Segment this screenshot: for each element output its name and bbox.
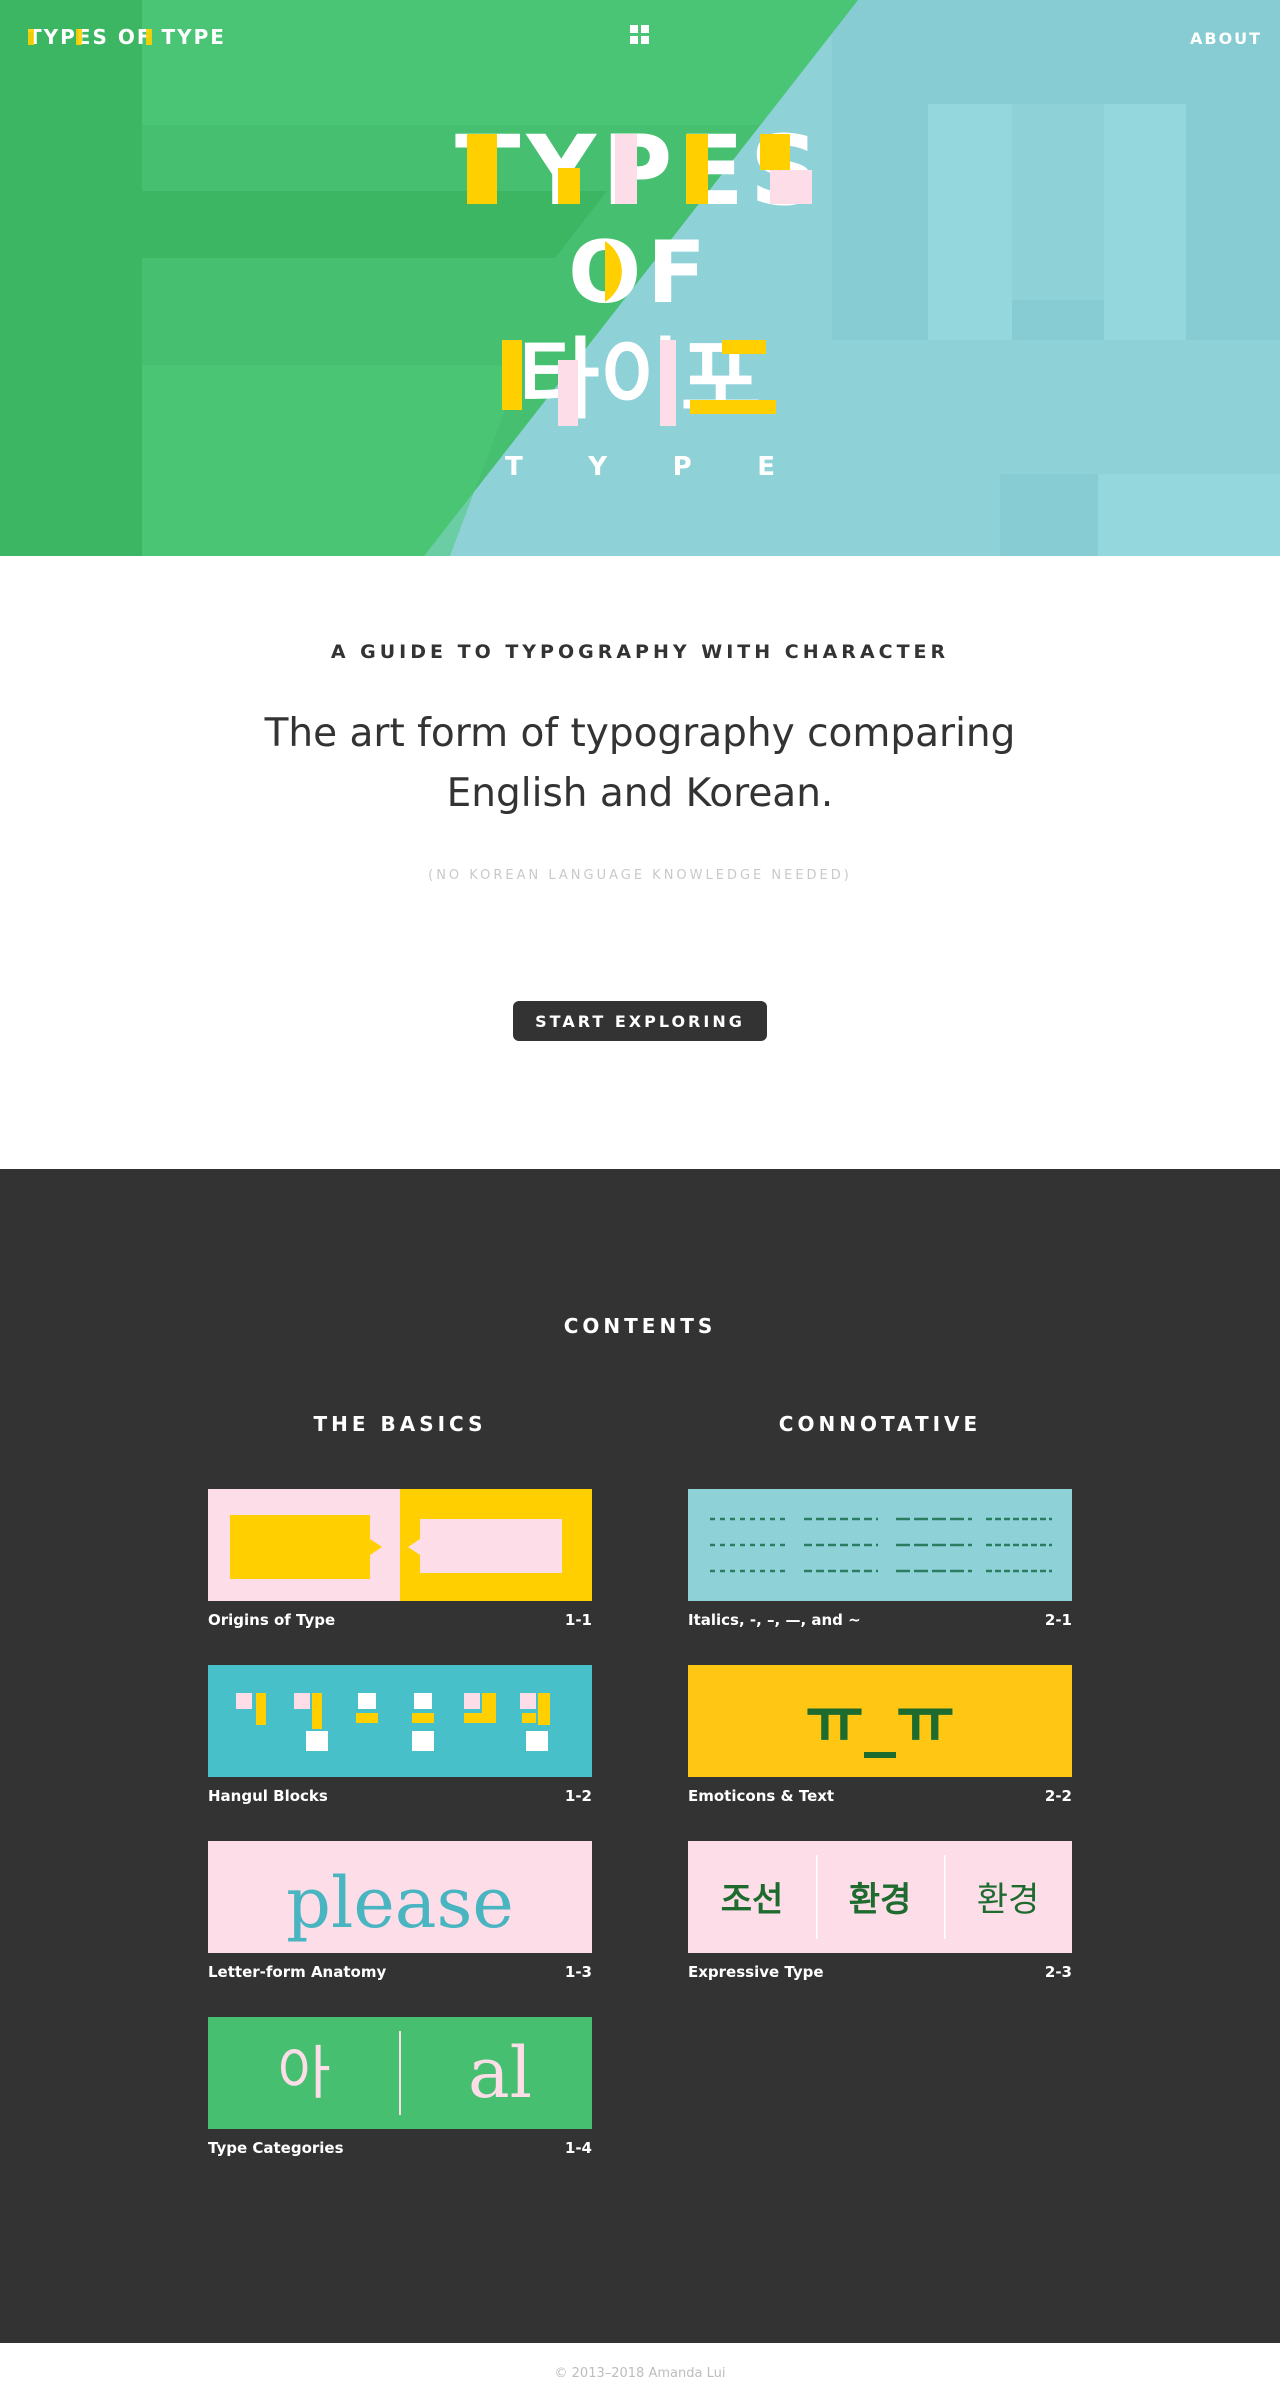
chapter-title: Type Categories bbox=[208, 2139, 344, 2157]
chapter-title: Letter-form Anatomy bbox=[208, 1963, 387, 1981]
chapter-thumbnail: ㅠ_ㅠ bbox=[688, 1665, 1072, 1777]
hero-subtitle-letter: Y bbox=[588, 452, 608, 482]
footer: © 2013–2018 Amanda Lui bbox=[0, 2343, 1280, 2405]
svg-text:ㅠ_ㅠ: ㅠ_ㅠ bbox=[805, 1685, 955, 1759]
chapter-thumbnail bbox=[208, 1489, 592, 1601]
intro-note: (NO KOREAN LANGUAGE KNOWLEDGE NEEDED) bbox=[428, 868, 852, 883]
chapter-number: 1-2 bbox=[564, 1787, 592, 1805]
svg-text:please: please bbox=[286, 1862, 514, 1944]
svg-text:아: 아 bbox=[277, 2039, 330, 2107]
connotative-column-title: CONNOTATIVE bbox=[778, 1412, 982, 1436]
svg-text:환경: 환경 bbox=[977, 1880, 1040, 1920]
chapter-card-type-categories[interactable]: 아 al Type Categories 1-4 bbox=[208, 2017, 592, 2157]
hero-title-line2: OF bbox=[568, 223, 712, 323]
chapter-card-letter-form-anatomy[interactable]: please Letter-form Anatomy 1-3 bbox=[208, 1841, 592, 1981]
hero-subtitle-letter: T bbox=[505, 452, 523, 482]
chapter-thumbnail: 조선 환경 환경 bbox=[688, 1841, 1072, 1953]
chapter-card-expressive-type[interactable]: 조선 환경 환경 Expressive Type 2-3 bbox=[688, 1841, 1072, 1981]
chapter-thumbnail: 아 al bbox=[208, 2017, 592, 2129]
svg-text:환경: 환경 bbox=[849, 1880, 912, 1920]
chapter-number: 1-1 bbox=[564, 1611, 592, 1629]
intro-lead: The art form of typography comparing Eng… bbox=[264, 711, 1016, 816]
chapter-thumbnail: please bbox=[208, 1841, 592, 1953]
start-exploring-button[interactable]: START EXPLORING bbox=[513, 1001, 767, 1041]
chapter-title: Origins of Type bbox=[208, 1611, 336, 1629]
intro-kicker: A GUIDE TO TYPOGRAPHY WITH CHARACTER bbox=[330, 641, 950, 663]
chapter-card-origins-of-type[interactable]: Origins of Type 1-1 bbox=[208, 1489, 592, 1629]
hero-title-line1: TYPES bbox=[455, 115, 825, 227]
chapter-number: 2-2 bbox=[1044, 1787, 1072, 1805]
intro-section: A GUIDE TO TYPOGRAPHY WITH CHARACTER The… bbox=[0, 556, 1280, 1169]
contents-section: CONTENTS THE BASICS CONNOTATIVE Origins … bbox=[0, 1169, 1280, 2343]
svg-text:al: al bbox=[468, 2032, 532, 2114]
chapter-card-italics[interactable]: Italics, -, –, —, and ~ 2-1 bbox=[688, 1489, 1072, 1629]
chapter-number: 1-3 bbox=[564, 1963, 592, 1981]
chapter-title: Expressive Type bbox=[688, 1963, 824, 1981]
basics-column-title: THE BASICS bbox=[313, 1412, 487, 1436]
chapter-thumbnail bbox=[208, 1665, 592, 1777]
chapter-title: Hangul Blocks bbox=[208, 1787, 328, 1805]
hero-subtitle-letter: P bbox=[672, 452, 692, 482]
chapter-title: Emoticons & Text bbox=[688, 1787, 835, 1805]
hero-subtitle-letter: E bbox=[757, 452, 775, 482]
chapter-card-hangul-blocks[interactable]: Hangul Blocks 1-2 bbox=[208, 1665, 592, 1805]
hero-subtitle: T Y P E bbox=[505, 452, 775, 482]
chapter-title: Italics, -, –, —, and ~ bbox=[688, 1611, 861, 1629]
chapter-thumbnail bbox=[688, 1489, 1072, 1601]
svg-text:조선: 조선 bbox=[721, 1880, 784, 1920]
chapter-card-emoticons-and-text[interactable]: ㅠ_ㅠ Emoticons & Text 2-2 bbox=[688, 1665, 1072, 1805]
hero-banner: TYPES OF TYPE ABOUT TYPES OF 타이포 T Y P E bbox=[0, 0, 1280, 556]
chapter-number: 1-4 bbox=[564, 2139, 592, 2157]
chapter-number: 2-1 bbox=[1044, 1611, 1072, 1629]
copyright-text: © 2013–2018 Amanda Lui bbox=[554, 2366, 726, 2381]
contents-title: CONTENTS bbox=[563, 1314, 717, 1338]
chapter-number: 2-3 bbox=[1044, 1963, 1072, 1981]
